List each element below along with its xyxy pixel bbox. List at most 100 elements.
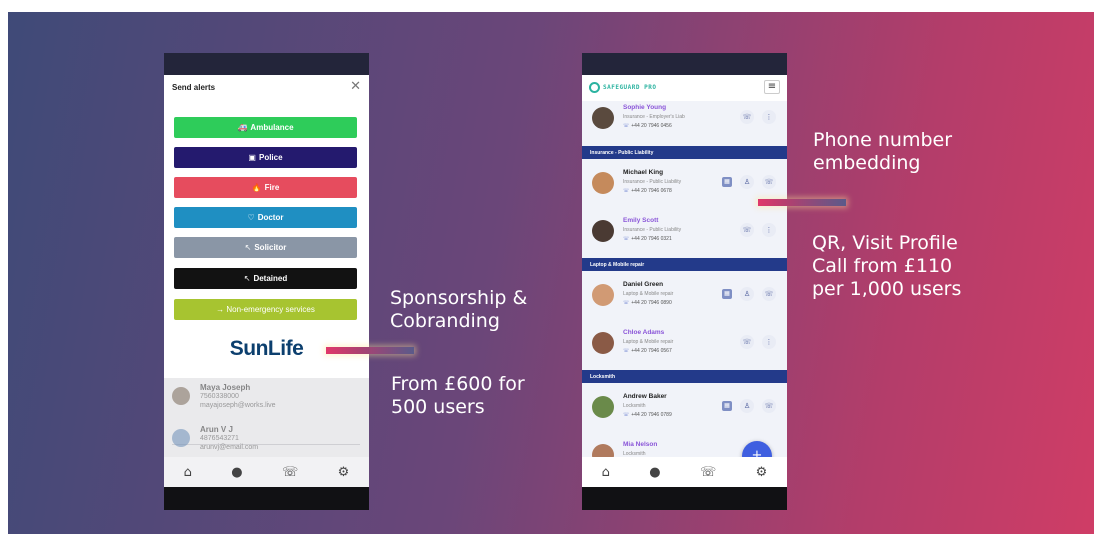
contact-category: Insurance - Public Liability — [623, 227, 682, 233]
close-icon[interactable]: ✕ — [350, 79, 361, 94]
contact-name: Maya Joseph — [200, 383, 251, 392]
hammer-icon: ↖ — [244, 243, 252, 252]
non-emergency-button[interactable]: → Non-emergency services — [174, 299, 357, 320]
contact-item[interactable]: Arun V J 4876543271 arunvj@email.com — [172, 425, 360, 452]
list-item[interactable]: Chloe Adams Laptop & Mobile repair ☏ +44 … — [582, 324, 787, 366]
menu-icon[interactable]: ≡ — [764, 80, 780, 94]
call-button[interactable]: ☏ — [762, 175, 776, 189]
phone-small-icon: ☏ — [623, 300, 630, 306]
detained-button[interactable]: ↖ Detained — [174, 268, 357, 289]
button-label: Solicitor — [254, 243, 287, 252]
slide-background: Maya Joseph 7560338000 mayajoseph@works.… — [8, 12, 1094, 534]
avatar — [592, 220, 614, 242]
contact-phone: 4876543271 — [200, 435, 239, 442]
section-header: Locksmith — [582, 370, 787, 383]
contact-phone: +44 20 7946 0567 — [631, 348, 672, 354]
qr-icon[interactable]: ▦ — [722, 401, 732, 411]
contact-phone: +44 20 7946 0890 — [631, 300, 672, 306]
button-label: → Non-emergency services — [216, 305, 315, 314]
person-icon[interactable]: ● — [231, 465, 242, 480]
phone-small-icon: ☏ — [623, 188, 630, 194]
contact-phone: +44 20 7946 0789 — [631, 412, 672, 418]
contact-phone: +44 20 7946 0678 — [631, 188, 672, 194]
contact-name: Arun V J — [200, 425, 233, 434]
solicitor-button[interactable]: ↖ Solicitor — [174, 237, 357, 258]
qr-icon[interactable]: ▦ — [722, 289, 732, 299]
avatar — [172, 387, 190, 405]
annotation-sponsorship: Sponsorship & Cobranding — [390, 287, 528, 332]
right-phone: SAFEGUARD PRO ≡ Sophie Young Insurance -… — [582, 53, 787, 510]
call-button[interactable]: ☏ — [740, 335, 754, 349]
list-item[interactable]: Emily Scott Insurance - Public Liability… — [582, 212, 787, 254]
more-button[interactable]: ⋮ — [762, 110, 776, 124]
contact-category: Laptop & Mobile repair — [623, 291, 674, 297]
contact-phone: +44 20 7946 0456 — [631, 123, 672, 129]
button-label: Police — [258, 153, 283, 162]
button-label: Fire — [264, 183, 280, 192]
profile-button[interactable]: ♙ — [740, 175, 754, 189]
settings-icon[interactable]: ⚙ — [338, 465, 350, 480]
person-icon[interactable]: ● — [649, 465, 660, 480]
modal-title: Send alerts — [172, 83, 216, 92]
status-bar — [582, 53, 787, 75]
contact-category: Insurance - Employer's Liab — [623, 114, 685, 120]
contact-name: Sophie Young — [623, 104, 667, 111]
police-button[interactable]: ▣ Police — [174, 147, 357, 168]
call-button[interactable]: ☏ — [740, 110, 754, 124]
hammer-icon: ↖ — [243, 274, 251, 283]
connector-line — [758, 199, 846, 206]
avatar — [592, 172, 614, 194]
section-header: Insurance - Public Liability — [582, 146, 787, 159]
contact-name: Chloe Adams — [623, 329, 665, 336]
fire-button[interactable]: 🔥 Fire — [174, 177, 357, 198]
connector-line — [326, 347, 414, 354]
ambulance-icon: 🚑 — [237, 123, 248, 132]
list-item[interactable]: Michael King Insurance - Public Liabilit… — [582, 164, 787, 206]
bottom-nav: ⌂ ● ☏ ⚙ — [164, 457, 369, 487]
more-button[interactable]: ⋮ — [762, 335, 776, 349]
fire-icon: 🔥 — [251, 183, 262, 192]
contact-name: Michael King — [623, 169, 664, 176]
avatar — [592, 332, 614, 354]
send-alerts-modal: Send alerts ✕ 🚑 Ambulance ▣ Police 🔥 Fir… — [164, 75, 369, 378]
more-button[interactable]: ⋮ — [762, 223, 776, 237]
profile-button[interactable]: ♙ — [740, 287, 754, 301]
profile-button[interactable]: ♙ — [740, 399, 754, 413]
brand-name: SAFEGUARD PRO — [603, 84, 657, 91]
annotation-phone-embedding: Phone number embedding — [813, 129, 953, 174]
phone-icon[interactable]: ☏ — [282, 465, 298, 480]
list-item[interactable]: Daniel Green Laptop & Mobile repair ☏ +44… — [582, 276, 787, 318]
phone-small-icon: ☏ — [623, 236, 630, 242]
ambulance-button[interactable]: 🚑 Ambulance — [174, 117, 357, 138]
list-item[interactable]: Sophie Young Insurance - Employer's Liab… — [582, 101, 787, 141]
avatar — [592, 396, 614, 418]
call-button[interactable]: ☏ — [762, 399, 776, 413]
contact-name: Andrew Baker — [623, 393, 667, 400]
list-item[interactable]: Andrew Baker Locksmith ☏ +44 20 7946 0789… — [582, 388, 787, 430]
contact-phone: +44 20 7946 0321 — [631, 236, 672, 242]
settings-icon[interactable]: ⚙ — [756, 465, 768, 480]
avatar — [592, 107, 614, 129]
qr-icon[interactable]: ▦ — [722, 177, 732, 187]
button-label: Detained — [253, 274, 288, 283]
home-bar — [582, 487, 787, 510]
status-bar — [164, 53, 369, 75]
doctor-button[interactable]: ♡ Doctor — [174, 207, 357, 228]
phone-small-icon: ☏ — [623, 123, 630, 129]
contact-name: Daniel Green — [623, 281, 664, 288]
home-icon[interactable]: ⌂ — [602, 465, 610, 480]
home-icon[interactable]: ⌂ — [184, 465, 192, 480]
phone-icon[interactable]: ☏ — [700, 465, 716, 480]
contact-name: Emily Scott — [623, 217, 659, 224]
call-button[interactable]: ☏ — [740, 223, 754, 237]
contact-list: Sophie Young Insurance - Employer's Liab… — [582, 101, 787, 457]
contact-phone: 7560338000 — [200, 393, 239, 400]
contact-item[interactable]: Maya Joseph 7560338000 mayajoseph@works.… — [172, 383, 360, 410]
call-button[interactable]: ☏ — [762, 287, 776, 301]
home-bar — [164, 487, 369, 510]
button-label: Ambulance — [250, 123, 294, 132]
heart-icon: ♡ — [247, 213, 255, 222]
contact-category: Laptop & Mobile repair — [623, 339, 674, 345]
phone-small-icon: ☏ — [623, 348, 630, 354]
contact-email: arunvj@email.com — [200, 444, 259, 451]
